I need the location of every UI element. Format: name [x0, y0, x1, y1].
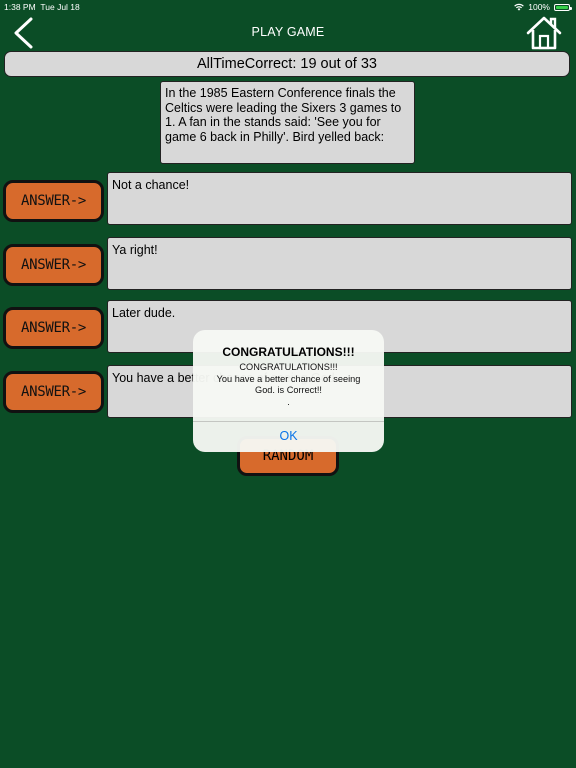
- answer-option-1[interactable]: Not a chance!: [107, 172, 572, 225]
- congratulations-alert: CONGRATULATIONS!!! CONGRATULATIONS!!! Yo…: [193, 330, 384, 452]
- ok-button[interactable]: OK: [193, 421, 384, 452]
- alert-message-line: God. is Correct!!: [255, 385, 322, 395]
- status-time: 1:38 PM Tue Jul 18: [4, 2, 80, 12]
- alert-title: CONGRATULATIONS!!!: [222, 345, 355, 359]
- battery-icon: [554, 3, 572, 11]
- wifi-icon: [514, 3, 525, 11]
- answer-button-2[interactable]: ANSWER->: [3, 244, 104, 286]
- answer-button-3[interactable]: ANSWER->: [3, 307, 104, 349]
- nav-bar: PLAY GAME: [0, 14, 576, 50]
- alert-message-line: CONGRATULATIONS!!!: [239, 362, 338, 372]
- answer-button-1[interactable]: ANSWER->: [3, 180, 104, 222]
- question-text: In the 1985 Eastern Conference finals th…: [160, 81, 415, 164]
- status-right: 100%: [514, 2, 572, 12]
- score-bar: AllTimeCorrect: 19 out of 33: [4, 51, 570, 77]
- status-bar: 1:38 PM Tue Jul 18 100%: [0, 0, 576, 14]
- page-title: PLAY GAME: [251, 25, 325, 39]
- battery-percent: 100%: [528, 2, 550, 12]
- status-time-text: 1:38 PM: [4, 2, 36, 12]
- answer-button-4[interactable]: ANSWER->: [3, 371, 104, 413]
- alert-message-line: .: [287, 396, 290, 407]
- status-date-text: Tue Jul 18: [40, 2, 80, 12]
- alert-message: CONGRATULATIONS!!! You have a better cha…: [193, 362, 384, 408]
- home-icon[interactable]: [526, 16, 562, 50]
- answer-option-2[interactable]: Ya right!: [107, 237, 572, 290]
- alert-message-line: You have a better chance of seeing: [216, 373, 361, 384]
